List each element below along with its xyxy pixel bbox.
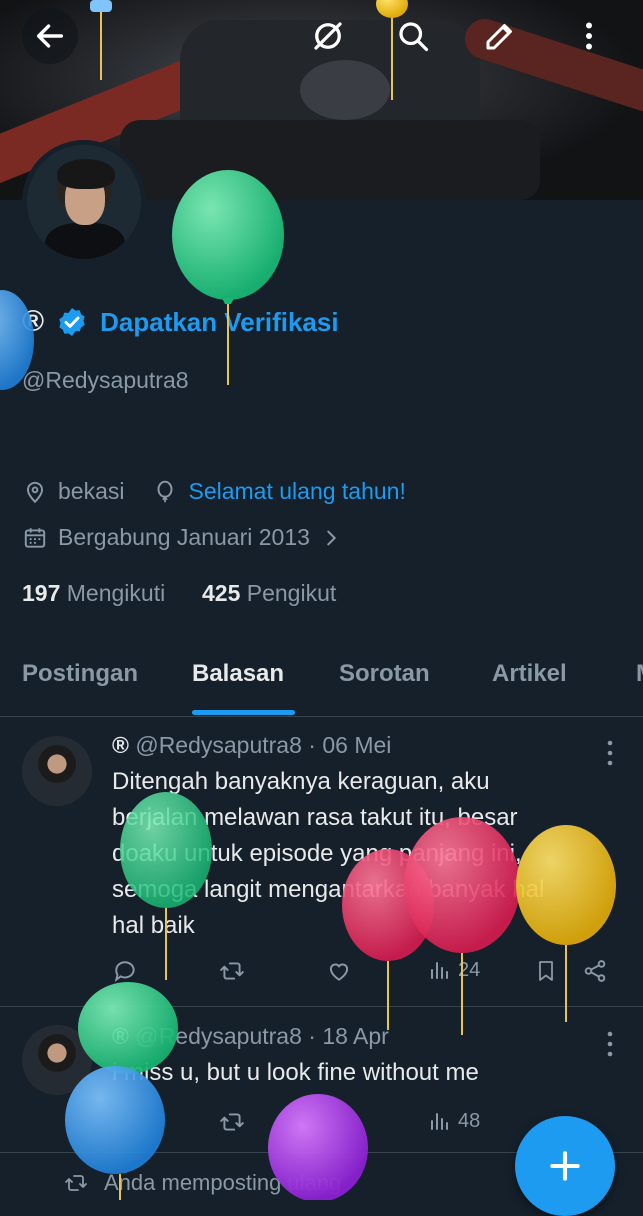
birthday-text[interactable]: Selamat ulang tahun! <box>188 478 405 505</box>
bookmark-icon <box>539 961 553 981</box>
post-actions: 24 <box>112 958 617 988</box>
calendar-icon <box>24 527 46 548</box>
tab-highlights[interactable]: Sorotan <box>339 660 430 688</box>
post-text-line: i miss u, but u look fine without me <box>112 1059 479 1086</box>
share-button[interactable] <box>582 958 608 984</box>
repost-icon <box>220 962 244 980</box>
tab-media-partial[interactable]: M <box>636 660 643 688</box>
post-header: ® @Redysaputra8 · 18 Apr <box>112 1023 389 1050</box>
following-stat[interactable]: 197 Mengikuti <box>22 580 172 606</box>
post-text-line: hal baik <box>112 912 195 939</box>
grok-button[interactable] <box>300 8 356 64</box>
views-icon <box>431 1113 448 1130</box>
repost-note-text: Anda memposting ulang <box>104 1170 342 1195</box>
post-item[interactable]: ® @Redysaputra8 · 06 Mei Ditengah banyak… <box>0 716 643 1006</box>
repost-icon <box>65 1175 87 1191</box>
verified-badge-icon[interactable] <box>56 306 88 338</box>
post-text-line: doaku untuk episode yang panjang ini, <box>112 840 522 867</box>
follow-stats: 197 Mengikuti 425 Pengikut <box>22 580 336 607</box>
like-button[interactable] <box>326 958 352 984</box>
post-text: i miss u, but u look fine without me <box>112 1055 612 1091</box>
joined-row[interactable]: Bergabung Januari 2013 <box>22 524 342 551</box>
views-button[interactable]: 48 <box>428 1109 480 1133</box>
chevron-right-icon <box>327 530 337 545</box>
profile-tabs: Postingan Balasan Sorotan Artikel M <box>0 640 643 717</box>
profile-handle: @Redysaputra8 <box>22 367 189 393</box>
tab-articles[interactable]: Artikel <box>492 660 567 688</box>
followers-stat[interactable]: 425 Pengikut <box>202 580 336 606</box>
get-verified-link[interactable]: Dapatkan Verifikasi <box>100 307 338 338</box>
post-avatar[interactable] <box>22 736 92 806</box>
post-date: · 18 Apr <box>308 1023 389 1049</box>
profile-name-row: ® Dapatkan Verifikasi <box>22 305 339 339</box>
edit-profile-button[interactable] <box>472 8 528 64</box>
following-label: Mengikuti <box>66 580 166 606</box>
repost-button[interactable] <box>218 1109 246 1135</box>
following-count: 197 <box>22 580 61 606</box>
post-avatar[interactable] <box>22 1025 92 1095</box>
location-text: bekasi <box>58 478 125 504</box>
tab-replies[interactable]: Balasan <box>192 660 284 688</box>
followers-label: Pengikut <box>246 580 337 606</box>
search-icon <box>399 22 429 52</box>
back-button[interactable] <box>22 8 78 64</box>
views-count: 24 <box>458 958 481 981</box>
edit-icon <box>486 24 512 50</box>
reply-button[interactable] <box>112 958 138 984</box>
more-vert-icon <box>586 22 592 50</box>
compose-button[interactable] <box>515 1116 615 1216</box>
profile-avatar[interactable] <box>22 140 146 264</box>
back-arrow-icon <box>36 24 64 48</box>
plus-icon <box>550 1151 580 1181</box>
reply-icon <box>114 961 135 983</box>
more-vert-icon <box>607 740 613 766</box>
post-text: Ditengah banyaknya keraguan, aku berjala… <box>112 764 612 944</box>
active-tab-indicator <box>192 710 295 715</box>
more-options-button[interactable] <box>561 8 617 64</box>
tab-posts[interactable]: Postingan <box>22 660 138 688</box>
more-vert-icon <box>607 1031 613 1057</box>
views-count: 48 <box>458 1109 481 1132</box>
profile-meta-row: bekasi Selamat ulang tahun! <box>22 478 406 505</box>
link-off-icon <box>314 22 342 50</box>
post-author-handle[interactable]: @Redysaputra8 <box>135 732 302 758</box>
share-icon <box>584 960 606 982</box>
balloon-icon <box>158 480 173 502</box>
views-button[interactable]: 24 <box>428 958 480 982</box>
joined-text: Bergabung Januari 2013 <box>58 524 310 550</box>
followers-count: 425 <box>201 580 241 606</box>
post-text-line: semoga langit mengantarkan banyak hal <box>112 876 545 903</box>
repost-button[interactable] <box>218 958 246 984</box>
heart-icon <box>329 963 349 981</box>
search-button[interactable] <box>385 8 441 64</box>
post-author-handle[interactable]: @Redysaputra8 <box>135 1023 302 1049</box>
post-date: · 06 Mei <box>308 732 392 758</box>
post-text-line: Ditengah banyaknya keraguan, aku <box>112 768 490 795</box>
balloon-icon <box>172 170 284 385</box>
repost-icon <box>220 1113 244 1131</box>
post-author-name[interactable]: ® <box>112 732 129 758</box>
post-text-line: berjalan melawan rasa takut itu, besar <box>112 804 518 831</box>
post-header: ® @Redysaputra8 · 06 Mei <box>112 732 391 759</box>
location-icon <box>26 481 44 503</box>
post-author-name[interactable]: ® <box>112 1023 129 1049</box>
post-more-button[interactable] <box>605 740 615 766</box>
views-icon <box>431 962 448 979</box>
display-name: ® <box>22 305 45 338</box>
bookmark-button[interactable] <box>534 958 558 984</box>
repost-note: Anda memposting ulang <box>62 1170 341 1196</box>
post-more-button[interactable] <box>605 1031 615 1057</box>
